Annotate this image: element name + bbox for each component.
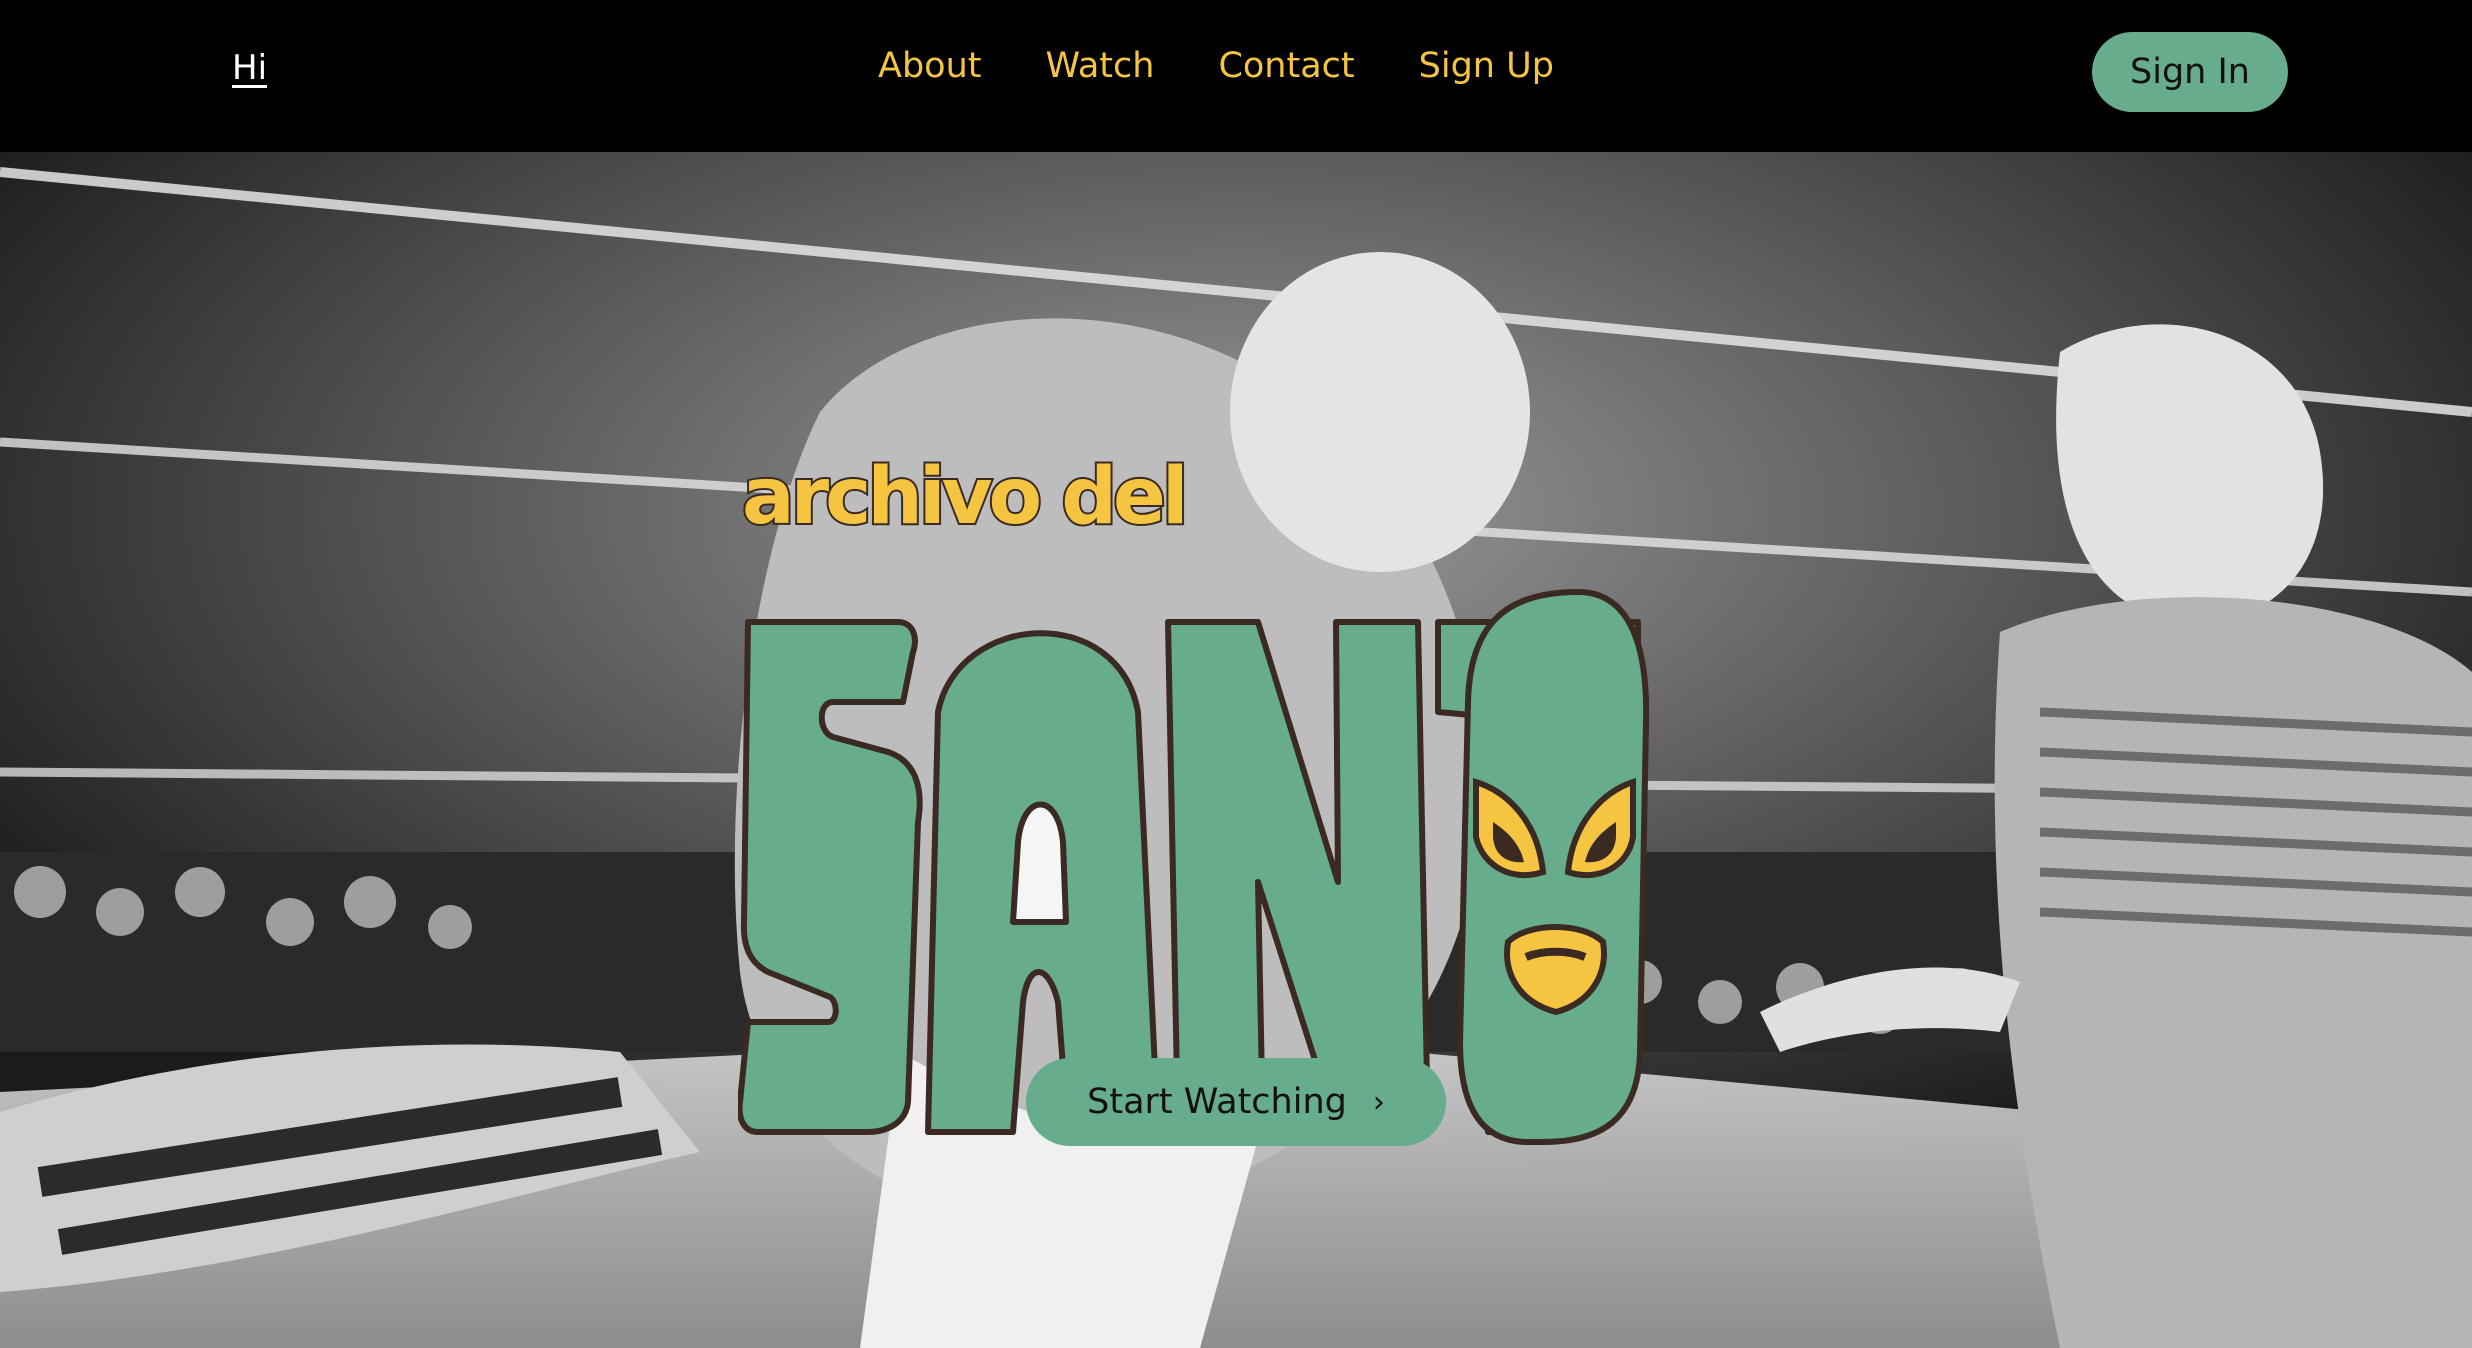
logo-kicker-text: archivo del — [740, 450, 1191, 544]
main-nav: About Watch Contact Sign Up — [878, 46, 1554, 86]
brand-link[interactable]: Hi — [232, 48, 267, 88]
sign-in-button[interactable]: Sign In — [2092, 32, 2288, 112]
start-watching-button[interactable]: Start Watching › — [1026, 1058, 1446, 1146]
nav-item-contact[interactable]: Contact — [1218, 46, 1354, 86]
nav-item-sign-up[interactable]: Sign Up — [1419, 46, 1554, 86]
nav-item-about[interactable]: About — [878, 46, 981, 86]
hero-section: archivo del Start Watching › — [0, 152, 2472, 1348]
start-watching-label: Start Watching — [1087, 1082, 1347, 1122]
top-navigation-bar: Hi About Watch Contact Sign Up Sign In — [0, 0, 2472, 152]
chevron-right-icon: › — [1372, 1084, 1385, 1120]
landing-page: Hi About Watch Contact Sign Up Sign In a… — [0, 0, 2472, 1348]
nav-item-watch[interactable]: Watch — [1045, 46, 1154, 86]
